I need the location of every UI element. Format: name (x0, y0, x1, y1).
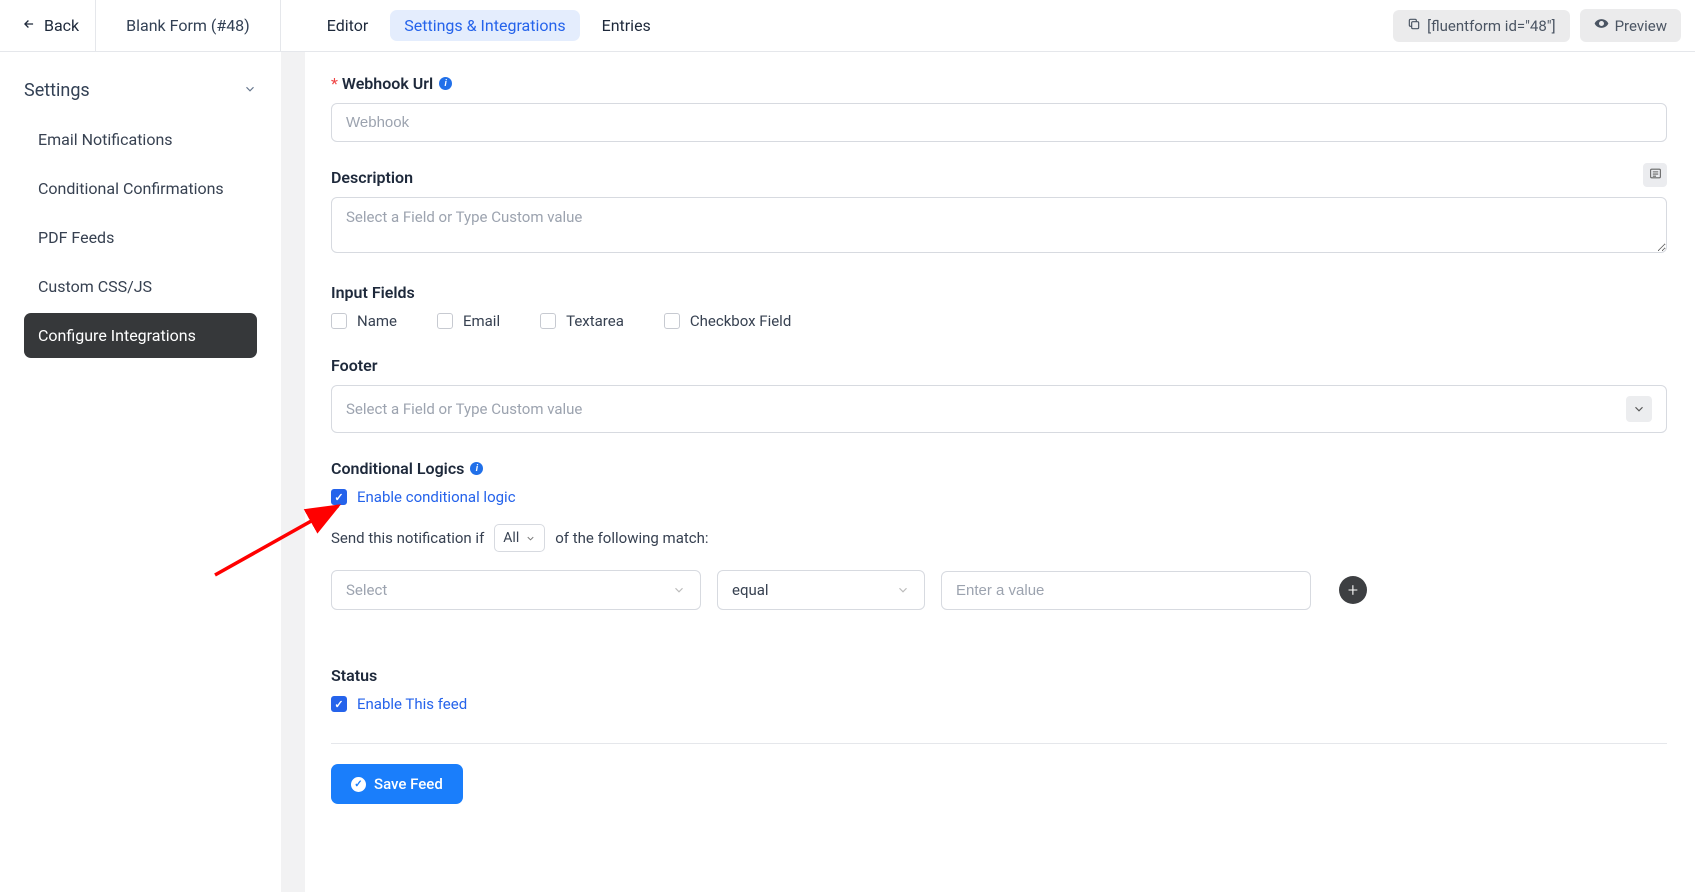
checkbox-icon (331, 313, 347, 329)
sidebar-item-conditional-confirmations[interactable]: Conditional Confirmations (24, 166, 257, 211)
checkbox-name[interactable]: Name (331, 312, 397, 330)
check-circle-icon: ✓ (351, 777, 366, 792)
copy-icon (1407, 17, 1421, 35)
cond-field-select[interactable]: Select (331, 570, 701, 610)
preview-button[interactable]: Preview (1580, 9, 1681, 42)
checkbox-label: Textarea (566, 312, 624, 330)
field-description: Description (331, 168, 1667, 257)
list-icon (1649, 167, 1662, 184)
checkbox-icon (540, 313, 556, 329)
checkbox-email[interactable]: Email (437, 312, 500, 330)
add-condition-button[interactable]: + (1339, 576, 1367, 604)
main: Settings Email Notifications Conditional… (0, 52, 1695, 892)
top-bar: Back Blank Form (#48) Editor Settings & … (0, 0, 1695, 52)
field-status: Status Enable This feed (331, 666, 1667, 713)
required-mark: * (331, 74, 338, 93)
sidebar-item-configure-integrations[interactable]: Configure Integrations (24, 313, 257, 358)
enable-feed-label: Enable This feed (357, 695, 467, 713)
chevron-down-icon (896, 583, 910, 597)
checkbox-textarea[interactable]: Textarea (540, 312, 624, 330)
vertical-divider (281, 52, 305, 892)
top-right: [fluentform id="48"] Preview (1393, 9, 1681, 42)
description-label: Description (331, 168, 1667, 187)
tab-settings[interactable]: Settings & Integrations (390, 10, 579, 41)
preview-label: Preview (1615, 17, 1667, 35)
content-area: *Webhook Url i Description Input Fields (305, 52, 1695, 892)
enable-conditional-label: Enable conditional logic (357, 488, 516, 506)
divider (331, 743, 1667, 744)
sidebar-item-pdf-feeds[interactable]: PDF Feeds (24, 215, 257, 260)
checkbox-label: Name (357, 312, 397, 330)
back-button[interactable]: Back (14, 0, 96, 51)
status-label: Status (331, 666, 1667, 685)
description-textarea[interactable] (331, 197, 1667, 253)
footer-placeholder: Select a Field or Type Custom value (346, 400, 582, 418)
chevron-down-icon (672, 583, 686, 597)
webhook-label: Webhook Url (342, 74, 433, 93)
cond-value-input[interactable] (941, 571, 1311, 610)
conditional-label: Conditional Logics (331, 459, 464, 478)
info-icon[interactable]: i (470, 462, 483, 475)
webhook-input[interactable] (331, 103, 1667, 142)
info-icon[interactable]: i (439, 77, 452, 90)
field-conditional: Conditional Logics i Enable conditional … (331, 459, 1667, 610)
save-feed-button[interactable]: ✓ Save Feed (331, 764, 463, 804)
chevron-down-icon (525, 533, 536, 544)
sidebar-header[interactable]: Settings (24, 70, 257, 117)
checkbox-enable-feed[interactable]: Enable This feed (331, 695, 1667, 713)
checkbox-label: Email (463, 312, 500, 330)
match-mode-select[interactable]: All (494, 524, 545, 552)
checkbox-checked-icon (331, 489, 347, 505)
tab-editor[interactable]: Editor (313, 10, 382, 41)
tab-entries[interactable]: Entries (588, 10, 665, 41)
insert-field-button[interactable] (1643, 163, 1667, 187)
tabs: Editor Settings & Integrations Entries (281, 0, 665, 51)
shortcode-button[interactable]: [fluentform id="48"] (1393, 10, 1569, 42)
footer-select[interactable]: Select a Field or Type Custom value (331, 385, 1667, 433)
eye-icon (1594, 16, 1609, 35)
checkbox-checked-icon (331, 696, 347, 712)
sidebar: Settings Email Notifications Conditional… (0, 52, 281, 892)
checkbox-enable-conditional[interactable]: Enable conditional logic (331, 488, 1667, 506)
field-input-fields: Input Fields Name Email Textarea Checkbo… (331, 283, 1667, 330)
footer-label: Footer (331, 356, 1667, 375)
checkbox-checkbox-field[interactable]: Checkbox Field (664, 312, 791, 330)
sidebar-item-email-notifications[interactable]: Email Notifications (24, 117, 257, 162)
input-fields-label: Input Fields (331, 283, 1667, 302)
checkbox-icon (437, 313, 453, 329)
shortcode-text: [fluentform id="48"] (1427, 17, 1555, 35)
cond-text-after: of the following match: (555, 529, 708, 547)
chevron-down-icon (1626, 396, 1652, 422)
chevron-down-icon (243, 80, 257, 101)
sidebar-item-custom-css-js[interactable]: Custom CSS/JS (24, 264, 257, 309)
cond-text-before: Send this notification if (331, 529, 484, 547)
back-label: Back (44, 16, 79, 35)
match-mode-value: All (503, 530, 519, 546)
save-label: Save Feed (374, 775, 443, 793)
sidebar-title: Settings (24, 80, 90, 101)
plus-icon: + (1348, 580, 1358, 601)
cond-field-placeholder: Select (346, 581, 387, 599)
cond-operator-select[interactable]: equal (717, 570, 925, 610)
field-footer: Footer Select a Field or Type Custom val… (331, 356, 1667, 433)
field-webhook: *Webhook Url i (331, 74, 1667, 142)
checkbox-icon (664, 313, 680, 329)
cond-operator-value: equal (732, 581, 769, 599)
checkbox-label: Checkbox Field (690, 312, 791, 330)
arrow-left-icon (22, 16, 36, 35)
form-title: Blank Form (#48) (96, 0, 281, 51)
